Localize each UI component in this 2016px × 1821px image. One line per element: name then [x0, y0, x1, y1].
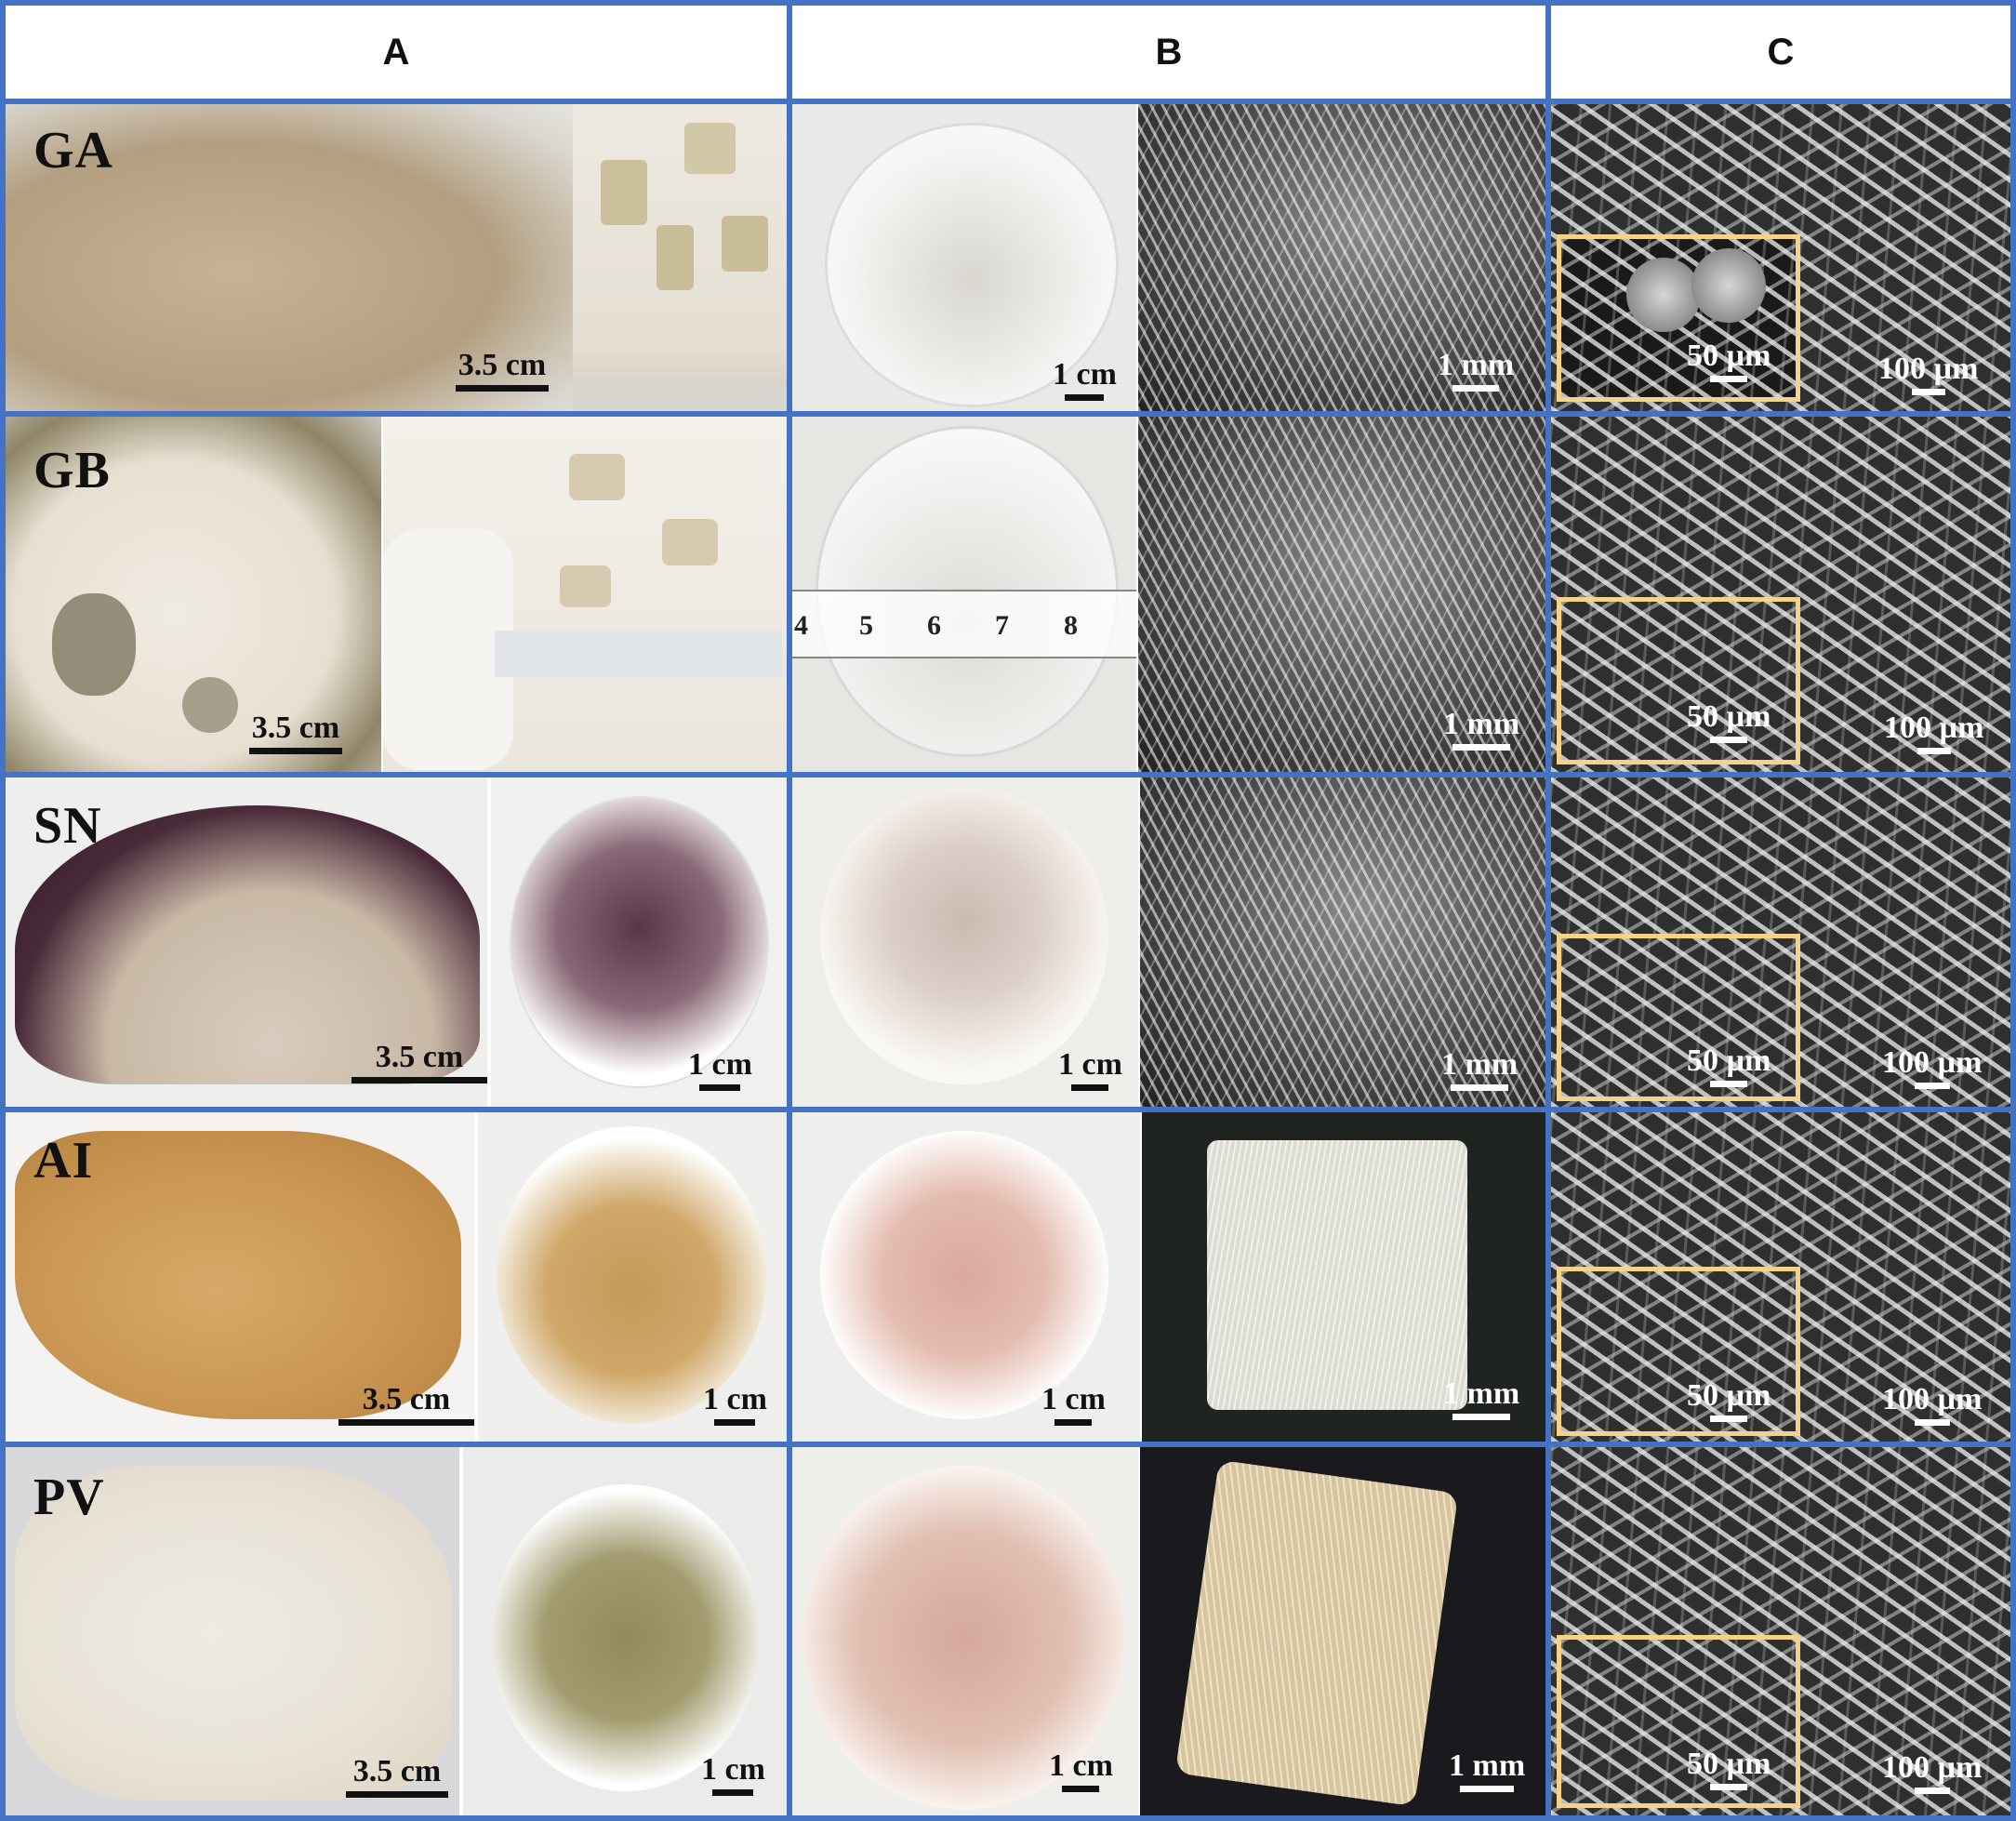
scale-bar-a-bowl: 1 cm: [701, 1752, 765, 1796]
scale-bar-b-main: 1 cm: [1058, 1047, 1122, 1091]
grid-line: [0, 1442, 2016, 1447]
scale-bar-b-micro: 1 mm: [1449, 1748, 1525, 1792]
ga-pieces-photo: [573, 104, 787, 411]
scale-bar-b-main: 1 cm: [1041, 1382, 1106, 1426]
scale-bar-c-main: 100 µm: [1884, 711, 1983, 754]
row-gb-column-c: 50 µm 100 µm: [1551, 417, 2010, 772]
row-pv-column-c: 50 µm 100 µm: [1551, 1447, 2010, 1815]
scale-bar-c-main: 100 µm: [1882, 1750, 1982, 1794]
row-ai-column-b: 1 cm 1 mm: [792, 1112, 1545, 1442]
scale-bar-c-inset: 50 µm: [1687, 1747, 1771, 1790]
column-header-c: C: [1767, 31, 1795, 73]
scale-bar-a-main: 3.5 cm: [351, 1040, 487, 1083]
specimen-label-sn: SN: [33, 797, 102, 855]
scale-bar-a-main: 3.5 cm: [346, 1754, 448, 1798]
gb-ruler: 4 5 6 7 8: [792, 590, 1136, 658]
scale-bar-a-main: 3.5 cm: [456, 348, 549, 392]
scale-bar-a-bowl: 1 cm: [688, 1047, 752, 1091]
grid-line: [2010, 0, 2016, 1821]
row-pv-column-a: PV 3.5 cm 1 cm: [6, 1447, 787, 1815]
grid-line: [0, 1815, 2016, 1821]
scale-bar-b-micro: 1 mm: [1443, 1376, 1519, 1420]
row-pv-column-b: 1 cm 1 mm: [792, 1447, 1545, 1815]
scale-bar-c-main: 100 µm: [1882, 1045, 1982, 1089]
row-gb-column-a: GB 3.5 cm: [6, 417, 787, 772]
row-ga-column-b: 1 cm 1 mm: [792, 104, 1545, 411]
scale-bar-b-micro: 1 mm: [1441, 1047, 1518, 1091]
ruler-number: 4: [794, 610, 808, 641]
gb-pieces-ruler-photo: [383, 417, 787, 772]
row-sn-column-a: SN 3.5 cm 1 cm: [6, 778, 787, 1107]
column-header-a: A: [382, 31, 410, 73]
scale-bar-b-micro: 1 mm: [1438, 348, 1514, 392]
scale-bar-c-inset: 50 µm: [1687, 1043, 1771, 1087]
scale-bar-c-inset: 50 µm: [1687, 339, 1771, 382]
scale-bar-c-inset: 50 µm: [1687, 1378, 1771, 1422]
grid-line: [1545, 0, 1551, 1821]
ruler-number: 5: [859, 610, 873, 641]
ruler-number: 7: [995, 610, 1009, 641]
grid-line: [0, 0, 6, 1821]
scale-bar-c-main: 100 µm: [1882, 1382, 1982, 1426]
grid-line: [0, 0, 2016, 6]
row-ai-column-c: 50 µm 100 µm: [1551, 1112, 2010, 1442]
grid-line: [0, 772, 2016, 778]
row-ga-column-c: 50 µm 100 µm: [1551, 104, 2010, 411]
grid-line: [787, 0, 792, 1821]
row-ai-column-a: AI 3.5 cm 1 cm: [6, 1112, 787, 1442]
specimen-label-ga: GA: [33, 122, 113, 179]
grid-line: [0, 411, 2016, 417]
grid-line: [0, 1107, 2016, 1112]
specimen-label-gb: GB: [33, 442, 111, 499]
row-gb-column-b: 4 5 6 7 8 1 mm: [792, 417, 1545, 772]
scale-bar-a-main: 3.5 cm: [338, 1382, 474, 1426]
scale-bar-b-main: 1 cm: [1053, 357, 1117, 401]
figure-panel: A B C GA 3.5 cm 1 cm 1 mm 50 µm 100 µm G…: [0, 0, 2016, 1821]
gb-dried-pieces-ruler-photo: 4 5 6 7 8: [792, 417, 1136, 772]
row-sn-column-b: 1 cm 1 mm: [792, 778, 1545, 1107]
scale-bar-c-inset: 50 µm: [1687, 699, 1771, 743]
scale-bar-a-main: 3.5 cm: [249, 711, 342, 754]
specimen-label-pv: PV: [33, 1469, 105, 1526]
ruler-number: 8: [1064, 610, 1078, 641]
grid-line: [0, 99, 2016, 104]
row-sn-column-c: 50 µm 100 µm: [1551, 778, 2010, 1107]
column-header-b: B: [1155, 31, 1183, 73]
specimen-label-ai: AI: [33, 1132, 94, 1190]
ruler-number: 6: [927, 610, 941, 641]
scale-bar-c-main: 100 µm: [1878, 352, 1978, 395]
scale-bar-a-bowl: 1 cm: [703, 1382, 767, 1426]
row-ga-column-a: GA 3.5 cm: [6, 104, 787, 411]
scale-bar-b-micro: 1 mm: [1443, 707, 1519, 751]
scale-bar-b-main: 1 cm: [1049, 1748, 1113, 1792]
